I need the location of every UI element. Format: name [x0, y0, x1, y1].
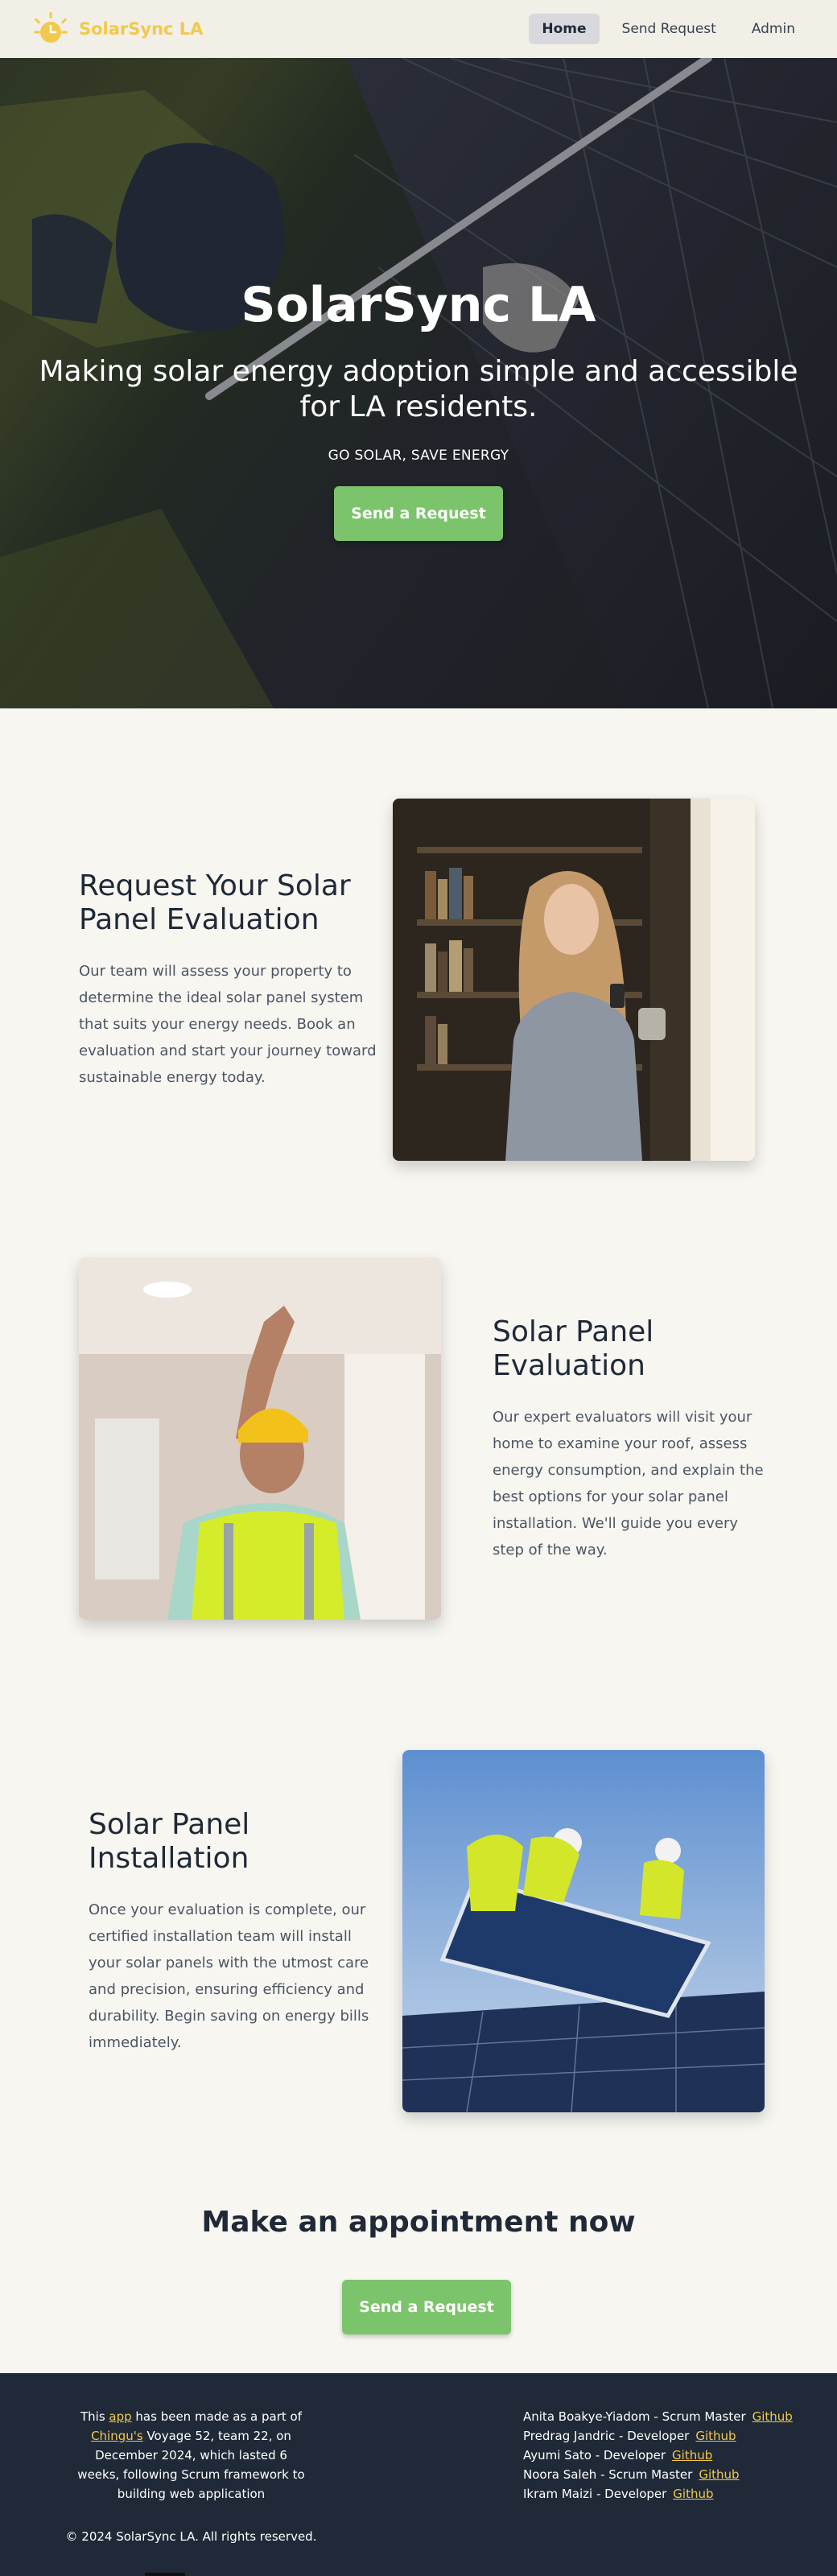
- nav-send-request[interactable]: Send Request: [609, 14, 729, 44]
- inspector-photo: [79, 1257, 441, 1620]
- github-link[interactable]: Github: [695, 2429, 736, 2443]
- chingu-link[interactable]: Chingu's: [91, 2429, 143, 2443]
- feature-text: Our team will assess your property to de…: [79, 963, 377, 1086]
- feature-text: Our expert evaluators will visit your ho…: [493, 1409, 764, 1558]
- feature-request-evaluation: Request Your Solar Panel Evaluation Our …: [79, 869, 377, 1091]
- team-list: Anita Boakye-Yiadom - Scrum Master Github…: [523, 2407, 793, 2504]
- footer-about: This app has been made as a part of Chin…: [72, 2407, 310, 2504]
- team-member: Predrag Jandric - Developer Github: [523, 2426, 793, 2446]
- about-text-start: This: [80, 2409, 109, 2424]
- top-navbar: SolarSync LA Home Send Request Admin: [0, 0, 837, 58]
- member-name: Noora Saleh - Scrum Master: [523, 2467, 693, 2482]
- team-member: Anita Boakye-Yiadom - Scrum Master Github: [523, 2407, 793, 2426]
- hero-section: SolarSync LA Making solar energy adoptio…: [0, 58, 837, 708]
- feature-title: Solar Panel Evaluation: [493, 1315, 654, 1382]
- member-name: Ikram Maizi - Developer: [523, 2487, 667, 2501]
- team-member: Ayumi Sato - Developer Github: [523, 2446, 793, 2465]
- installers-photo: [402, 1750, 765, 2112]
- team-member: Noora Saleh - Scrum Master Github: [523, 2465, 793, 2484]
- member-name: Anita Boakye-Yiadom - Scrum Master: [523, 2409, 746, 2424]
- feature-title: Solar Panel Installation: [89, 1808, 250, 1875]
- nav-home[interactable]: Home: [529, 14, 600, 44]
- inspector-illustration: [79, 1257, 441, 1620]
- footer: This app has been made as a part of Chin…: [0, 2373, 837, 2576]
- woman-phone-photo: [393, 799, 755, 1161]
- bottom-scroll-indicator: [145, 2573, 185, 2576]
- hero-send-request-button[interactable]: Send a Request: [334, 486, 503, 541]
- github-link[interactable]: Github: [699, 2467, 739, 2482]
- feature-title: Request Your Solar Panel Evaluation: [79, 869, 351, 936]
- github-link[interactable]: Github: [672, 2448, 712, 2462]
- about-text-middle: has been made as a part of: [131, 2409, 303, 2424]
- footer-copyright: © 2024 SolarSync LA. All rights reserved…: [65, 2529, 317, 2544]
- nav-links: Home Send Request Admin: [529, 14, 808, 44]
- github-link[interactable]: Github: [752, 2409, 793, 2424]
- feature-text: Once your evaluation is complete, our ce…: [89, 1901, 369, 2051]
- nav-admin[interactable]: Admin: [739, 14, 808, 44]
- team-member: Ikram Maizi - Developer Github: [523, 2484, 793, 2504]
- feature-evaluation: Solar Panel Evaluation Our expert evalua…: [493, 1315, 766, 1563]
- installers-illustration: [402, 1750, 765, 2112]
- cta-send-request-button[interactable]: Send a Request: [342, 2280, 511, 2334]
- sun-icon: [34, 12, 68, 43]
- brand-name: SolarSync LA: [79, 19, 204, 39]
- app-link[interactable]: app: [109, 2409, 131, 2424]
- feature-installation: Solar Panel Installation Once your evalu…: [89, 1808, 386, 2056]
- cta-title: Make an appointment now: [201, 2206, 636, 2239]
- github-link[interactable]: Github: [673, 2487, 713, 2501]
- member-name: Ayumi Sato - Developer: [523, 2448, 666, 2462]
- hero-title: SolarSync LA: [241, 277, 596, 333]
- brand-logo[interactable]: SolarSync LA: [29, 9, 203, 49]
- hero-subtitle: Making solar energy adoption simple and …: [39, 355, 798, 423]
- hero-content: SolarSync LA Making solar energy adoptio…: [0, 277, 837, 541]
- member-name: Predrag Jandric - Developer: [523, 2429, 690, 2443]
- hero-tagline: GO SOLAR, SAVE ENERGY: [328, 448, 509, 464]
- woman-phone-illustration: [393, 799, 755, 1161]
